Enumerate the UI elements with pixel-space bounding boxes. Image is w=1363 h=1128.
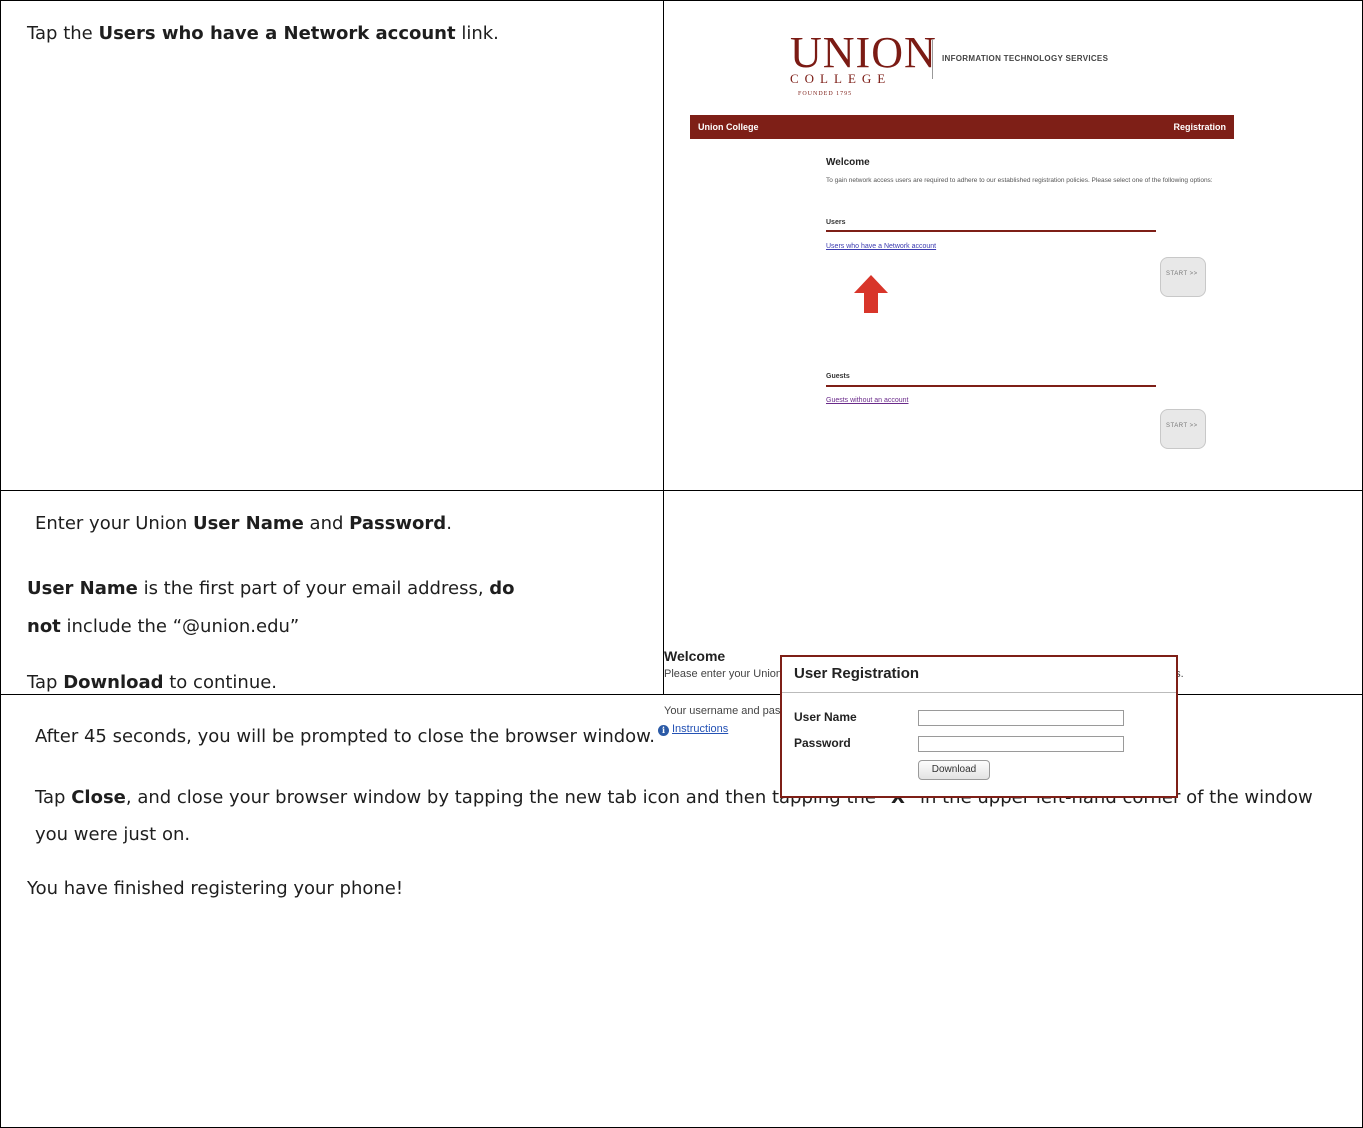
step2-line2-mid: is the first part of your email address, [137,577,490,599]
step1-screenshot-cell: UNION COLLEGE FOUNDED 1795 INFORMATION T… [663,0,1363,491]
step3-line2-before: Tap [35,786,72,808]
welcome-heading: Welcome [826,157,870,168]
start-button-users[interactable]: START >> [1154,253,1208,299]
registration-page-screenshot: UNION COLLEGE FOUNDED 1795 INFORMATION T… [690,28,1234,453]
step1-instruction-cell: Tap the Users who have a Network account… [0,0,664,491]
step2-line2-after: include the “@union.edu” [60,615,300,637]
registration-title-divider [782,692,1176,693]
header-bar-right: Registration [1173,122,1226,132]
up-arrow-icon [854,275,888,313]
step1-text-bold: Users who have a Network account [98,23,456,44]
step2-text: Enter your Union User Name and Password. [1,491,663,533]
start-laptop-icon [1160,409,1206,449]
its-header-text: INFORMATION TECHNOLOGY SERVICES [942,54,1109,63]
password-input[interactable] [918,736,1124,752]
step2-line3-before: Tap [27,671,64,693]
start-laptop-icon [1160,257,1206,297]
users-heading: Users [826,219,846,226]
welcome-description: To gain network access users are require… [826,177,1213,184]
start-label: START >> [1166,423,1198,429]
step1-text: Tap the Users who have a Network account… [1,1,663,43]
step2-line3-bold: Download [63,671,164,693]
step3-line2-bold: Close [71,786,126,808]
user-registration-title: User Registration [794,665,920,682]
step2-download-note: Tap Download to continue. [1,646,663,692]
step1-text-after: link. [455,23,499,44]
guests-heading: Guests [826,373,850,380]
step2-line3-after: to continue. [163,671,278,693]
user-registration-box: User Registration User Name Password Dow… [780,655,1178,798]
step2-line1-after: . [446,512,452,534]
step2-line2-bold1: User Name [27,577,138,599]
download-button[interactable]: Download [918,760,990,780]
instruction-table: Tap the Users who have a Network account… [0,0,1363,1128]
step2-line1-before: Enter your Union [35,512,193,534]
step2-line2-bold2: do [489,577,515,599]
guests-divider [826,385,1156,387]
step2-welcome-heading: Welcome [664,648,726,664]
info-icon: i [658,725,669,736]
start-label: START >> [1166,271,1198,277]
step2-line1-bold2: Password [349,512,447,534]
step3-line3: You have finished registering your phone… [1,853,1362,898]
logo-divider [932,39,933,79]
founded-logo-text: FOUNDED 1795 [798,91,853,97]
step2-instruction-cell: Enter your Union User Name and Password.… [0,489,664,695]
user-name-input[interactable] [918,710,1124,726]
instructions-link[interactable]: Instructions [672,723,728,735]
step2-line2-bold3: not [27,615,61,637]
step2-line1-mid: and [303,512,350,534]
step1-text-before: Tap the [27,23,99,44]
college-logo-text: COLLEGE [790,71,892,86]
step2-line1-bold1: User Name [192,512,304,534]
network-account-link[interactable]: Users who have a Network account [826,243,936,250]
start-button-guests[interactable]: START >> [1154,405,1208,451]
header-bar: Union College Registration [690,115,1234,139]
guests-link[interactable]: Guests without an account [826,397,909,404]
password-label: Password [794,736,851,750]
header-bar-left: Union College [698,122,759,132]
step2-username-note: User Name is the first part of your emai… [1,533,663,646]
step3-line2-mid: , and close your browser window by tappi… [125,786,892,808]
union-logo-text: UNION [790,28,937,77]
step3-line3-text: You have finished registering your phone… [27,877,404,899]
users-divider [826,230,1156,232]
user-name-label: User Name [794,710,857,724]
